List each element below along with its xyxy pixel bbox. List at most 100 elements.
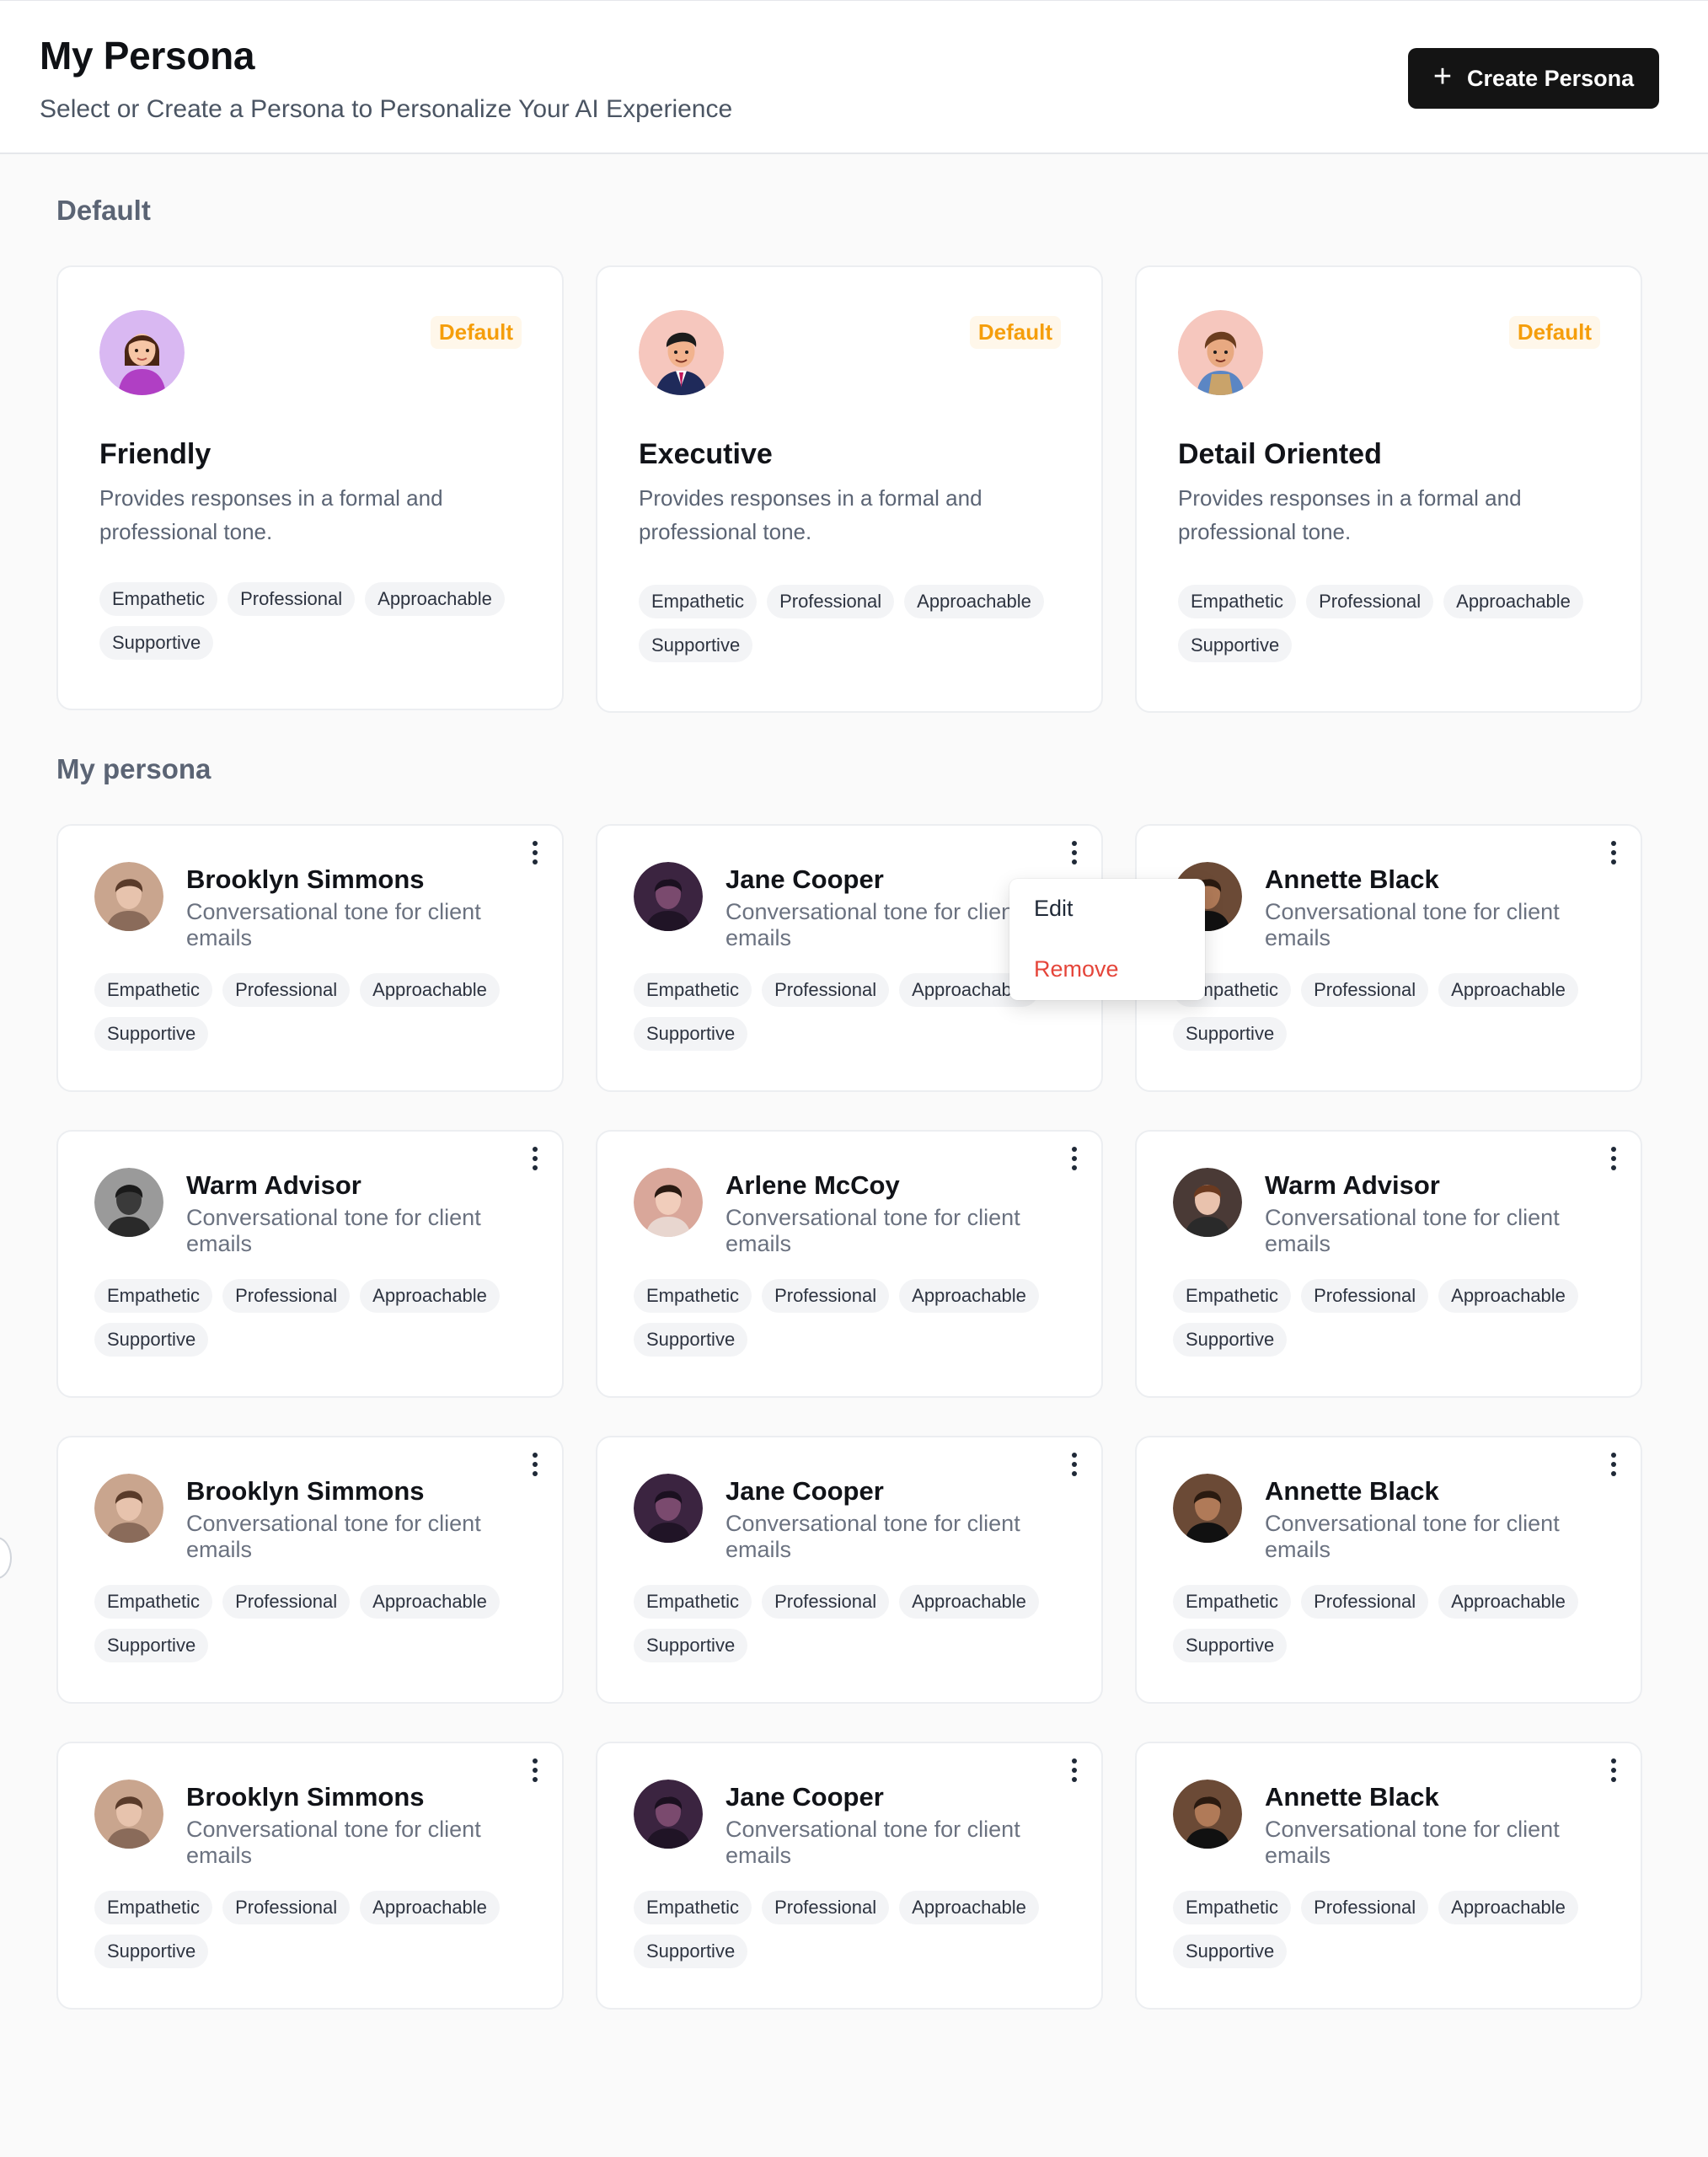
tag: Approachable (360, 1279, 500, 1313)
persona-avatar (634, 1780, 703, 1849)
tag: Professional (1301, 973, 1429, 1007)
persona-avatar (634, 862, 703, 931)
tag: Supportive (94, 1323, 209, 1357)
persona-name: Jane Cooper (725, 1476, 884, 1506)
persona-avatar (94, 1474, 163, 1543)
tag: Professional (762, 1585, 890, 1619)
tag: Empathetic (639, 585, 758, 618)
persona-card[interactable]: Jane Cooper Conversational tone for clien… (596, 1742, 1103, 2010)
tag: Supportive (639, 629, 753, 662)
tag: Empathetic (1173, 1891, 1292, 1924)
persona-tags: Empathetic Professional Approachable Suppor… (94, 973, 549, 1051)
tag: Approachable (1438, 1279, 1578, 1313)
persona-avatar (1173, 1780, 1242, 1849)
tag: Professional (1301, 1279, 1429, 1313)
more-options-icon[interactable] (525, 838, 545, 868)
default-badge: Default (1508, 316, 1600, 349)
persona-name: Brooklyn Simmons (186, 1782, 425, 1812)
tag: Professional (1301, 1891, 1429, 1924)
tag: Professional (1301, 1585, 1429, 1619)
persona-avatar (94, 1780, 163, 1849)
tag: Supportive (1173, 1017, 1288, 1051)
tag: Empathetic (1173, 1585, 1292, 1619)
remove-menu-item[interactable]: Remove (1034, 956, 1119, 982)
tag: Empathetic (94, 1279, 213, 1313)
persona-card[interactable]: Annette Black Conversational tone for cli… (1135, 1742, 1642, 2010)
tag: Supportive (1178, 629, 1293, 662)
tag: Empathetic (94, 1891, 213, 1924)
more-options-icon[interactable] (1064, 1143, 1084, 1174)
default-badge: Default (430, 316, 522, 349)
tag: Professional (222, 1891, 351, 1924)
tag: Supportive (94, 1629, 209, 1662)
more-options-icon[interactable] (525, 1449, 545, 1480)
persona-card[interactable]: Annette Black Conversational tone for cli… (1135, 824, 1642, 1092)
tag: Approachable (904, 585, 1044, 618)
create-persona-button[interactable]: + Create Persona (1408, 48, 1659, 109)
persona-description: Conversational tone for client emails (1265, 1205, 1560, 1256)
persona-avatar (1173, 1474, 1242, 1543)
tag: Empathetic (1173, 1279, 1292, 1313)
persona-description: Conversational tone for client emails (725, 1205, 1020, 1256)
tag: Supportive (94, 1935, 209, 1968)
persona-avatar (634, 1168, 703, 1237)
more-options-icon[interactable] (1064, 1755, 1084, 1785)
persona-description: Conversational tone for client emails (1265, 899, 1560, 950)
persona-name: Friendly (99, 438, 211, 470)
default-persona-card[interactable]: Default Executive Provides responses in … (596, 265, 1103, 713)
tag: Empathetic (634, 1585, 752, 1619)
persona-card[interactable]: Jane Cooper Conversational tone for clien… (596, 1436, 1103, 1704)
persona-description: Conversational tone for client emails (186, 1511, 481, 1562)
more-options-icon[interactable] (1604, 1449, 1624, 1480)
default-badge: Default (969, 316, 1061, 349)
tag: Approachable (360, 1585, 500, 1619)
persona-description: Conversational tone for client emails (725, 1511, 1020, 1562)
persona-tags: Empathetic Professional Approachable Sup… (639, 585, 1077, 662)
boy-avatar-icon (1178, 310, 1263, 395)
persona-tags: Empathetic Professional Approachable Suppor… (94, 1585, 549, 1662)
collapse-handle[interactable] (0, 1537, 12, 1579)
persona-card[interactable]: Annette Black Conversational tone for cli… (1135, 1436, 1642, 1704)
more-options-icon[interactable] (1604, 1143, 1624, 1174)
page-title: My Persona (40, 34, 255, 78)
section-label-my-persona: My persona (56, 753, 211, 784)
persona-card[interactable]: Warm Advisor Conversational tone for clie… (56, 1130, 564, 1398)
more-options-icon[interactable] (525, 1143, 545, 1174)
more-options-icon[interactable] (1604, 838, 1624, 868)
tag: Supportive (1173, 1935, 1288, 1968)
persona-tags: Empathetic Professional Approachable Suppor… (94, 1891, 549, 1968)
persona-tags: Empathetic Professional Approachable Suppor… (634, 1891, 1089, 1968)
more-options-icon[interactable] (1604, 1755, 1624, 1785)
persona-tags: Empathetic Professional Approachable Suppor… (1173, 1891, 1628, 1968)
persona-card[interactable]: Brooklyn Simmons Conversational tone for … (56, 1742, 564, 2010)
more-options-icon[interactable] (1064, 1449, 1084, 1480)
persona-page: My Persona Select or Create a Persona to… (0, 0, 1708, 2157)
default-persona-card[interactable]: Default Detail Oriented Provides respons… (1135, 265, 1642, 713)
tag: Empathetic (634, 1279, 752, 1313)
persona-card[interactable]: Warm Advisor Conversational tone for clie… (1135, 1130, 1642, 1398)
persona-name: Brooklyn Simmons (186, 1476, 425, 1506)
persona-card[interactable]: Brooklyn Simmons Conversational tone for … (56, 1436, 564, 1704)
persona-card[interactable]: Brooklyn Simmons Conversational tone for … (56, 824, 564, 1092)
persona-description: Conversational tone for client emails (1265, 1817, 1560, 1868)
tag: Approachable (360, 1891, 500, 1924)
tag: Professional (1306, 585, 1434, 618)
persona-name: Detail Oriented (1178, 438, 1382, 470)
persona-tags: Empathetic Professional Approachable Suppor… (1173, 1279, 1628, 1357)
edit-menu-item[interactable]: Edit (1034, 896, 1074, 922)
tag: Approachable (1438, 1585, 1578, 1619)
more-options-icon[interactable] (525, 1755, 545, 1785)
default-persona-card[interactable]: Default Friendly Provides responses in a… (56, 265, 564, 710)
plus-icon: + (1432, 59, 1453, 94)
persona-name: Jane Cooper (725, 864, 884, 894)
section-label-default: Default (56, 195, 151, 226)
persona-name: Annette Black (1265, 1476, 1439, 1506)
tag: Empathetic (634, 973, 752, 1007)
tag: Professional (222, 973, 351, 1007)
more-options-icon[interactable] (1064, 838, 1084, 868)
tag: Approachable (899, 1891, 1039, 1924)
persona-tags: Empathetic Professional Approachable Suppor… (1173, 1585, 1628, 1662)
persona-tags: Empathetic Professional Approachable Suppor… (1173, 973, 1628, 1051)
tag: Approachable (1443, 585, 1583, 618)
persona-card[interactable]: Arlene McCoy Conversational tone for clie… (596, 1130, 1103, 1398)
